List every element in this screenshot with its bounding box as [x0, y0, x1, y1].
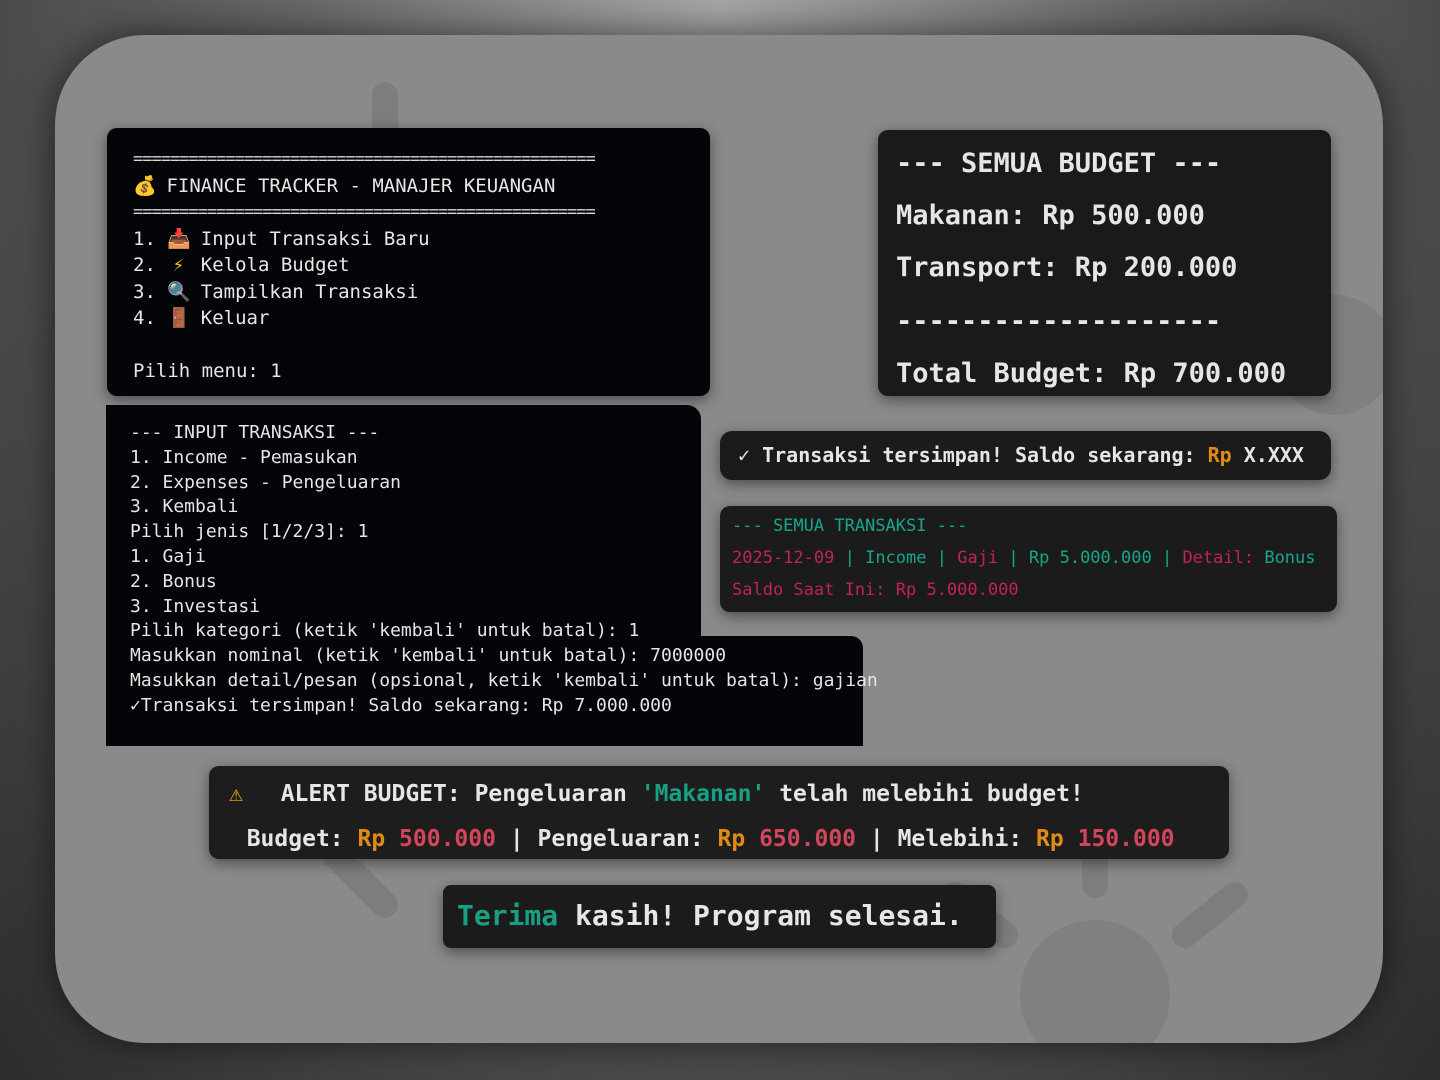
input-line: ✓Transaksi tersimpan! Saldo sekarang: Rp… — [130, 694, 672, 716]
transactions-title: --- SEMUA TRANSAKSI --- — [732, 516, 968, 536]
budget-divider: -------------------- — [896, 306, 1222, 337]
budget-panel: --- SEMUA BUDGET --- Makanan: Rp 500.000… — [878, 130, 1331, 396]
magnifier-icon: 🔍 — [167, 280, 192, 303]
saved-message-panel: ✓ Transaksi tersimpan! Saldo sekarang: R… — [720, 431, 1331, 480]
warning-icon: ⚠ — [229, 781, 243, 807]
input-line[interactable]: Masukkan detail/pesan (opsional, ketik '… — [130, 669, 878, 694]
menu-item-input[interactable]: 1. 📥 Input Transaksi Baru — [133, 226, 684, 253]
transaction-row: 2025-12-09 | Income | Gaji | Rp 5.000.00… — [732, 548, 1316, 568]
saved-message: ✓ Transaksi tersimpan! Saldo sekarang: R… — [738, 443, 1304, 467]
menu-item-budget[interactable]: 2. ⚡ Kelola Budget — [133, 252, 684, 279]
currency-label: Rp — [1207, 443, 1232, 467]
budget-title: --- SEMUA BUDGET --- — [896, 148, 1222, 179]
input-line[interactable]: Pilih kategori (ketik 'kembali' untuk ba… — [130, 619, 839, 644]
alert-details: Budget: Rp 500.000 | Pengeluaran: Rp 650… — [246, 826, 1175, 852]
alert-headline: ⚠ ALERT BUDGET: Pengeluaran 'Makanan' te… — [219, 772, 1219, 817]
budget-total: Total Budget: Rp 700.000 — [896, 358, 1287, 389]
menu-item-exit[interactable]: 4. 🚪 Keluar — [133, 305, 684, 332]
input-line[interactable]: Masukkan nominal (ketik 'kembali' untuk … — [130, 644, 839, 669]
check-icon: ✓ — [738, 443, 751, 467]
budget-alert-panel: ⚠ ALERT BUDGET: Pengeluaran 'Makanan' te… — [209, 766, 1229, 859]
transactions-panel: --- SEMUA TRANSAKSI --- 2025-12-09 | Inc… — [720, 506, 1337, 612]
menu-title-row: 💰 FINANCE TRACKER - MANAJER KEUANGAN — [133, 173, 684, 200]
menu-title: FINANCE TRACKER - MANAJER KEUANGAN — [166, 174, 556, 197]
inbox-tray-icon: 📥 — [167, 227, 192, 250]
menu-prompt[interactable]: Pilih menu: 1 — [133, 358, 684, 385]
door-icon: 🚪 — [167, 307, 192, 329]
goodbye-panel: Terima kasih! Program selesai. — [443, 885, 996, 948]
current-balance: Saldo Saat Ini: Rp 5.000.000 — [732, 580, 1019, 600]
menu-separator-top: ========================================… — [133, 149, 596, 169]
budget-row-transport: Transport: Rp 200.000 — [896, 252, 1238, 283]
main-menu-terminal: ========================================… — [107, 128, 710, 396]
menu-separator-bottom: ========================================… — [133, 202, 596, 222]
budget-row-makanan: Makanan: Rp 500.000 — [896, 200, 1205, 231]
menu-item-transactions[interactable]: 3. 🔍 Tampilkan Transaksi — [133, 279, 684, 306]
money-bag-icon: 💰 — [133, 174, 157, 197]
goodbye-message: Terima kasih! Program selesai. — [457, 899, 963, 932]
lightning-icon: ⚡ — [172, 254, 185, 276]
